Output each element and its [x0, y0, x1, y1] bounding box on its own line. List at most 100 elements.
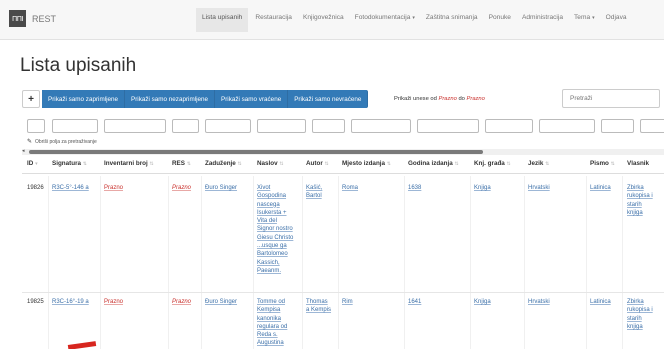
cell-res[interactable]: Prazno [172, 298, 191, 306]
filter-input-inventarni-broj[interactable] [104, 119, 166, 133]
sort-icon: ⇅ [149, 161, 154, 167]
column-header-res[interactable]: RES ⇅ [172, 160, 191, 167]
cell-gradja[interactable]: Knjiga [474, 298, 491, 306]
filter-vracene-button[interactable]: Prikaži samo vraćene [215, 90, 289, 108]
cell-signatura[interactable]: R3C-5°-146 a [52, 184, 89, 192]
column-divider [586, 176, 587, 349]
cell-godina[interactable]: 1641 [408, 298, 421, 306]
row-divider [22, 292, 664, 293]
caret-down-icon: ▾ [412, 15, 415, 21]
nav-item-knjigoveznica[interactable]: Knjigovežnica [303, 14, 344, 32]
horizontal-scrollbar[interactable]: ◂ [22, 148, 664, 155]
cell-pismo[interactable]: Latinica [590, 184, 611, 192]
filter-button-group: Prikaži samo zaprimljene Prikaži samo ne… [42, 90, 369, 108]
nav-item-restauracija[interactable]: Restauracija [255, 14, 292, 32]
column-header-knj-gradja[interactable]: Knj. građa ⇅ [474, 160, 511, 167]
column-divider [470, 176, 471, 349]
filter-input-signatura[interactable] [52, 119, 98, 133]
column-divider [302, 176, 303, 349]
nav-item-tema[interactable]: Tema ▾ [574, 14, 595, 32]
column-divider [100, 176, 101, 349]
column-divider [253, 176, 254, 349]
sort-icon: ⇅ [324, 161, 329, 167]
column-divider [404, 176, 405, 349]
filter-input-gradja[interactable] [485, 119, 533, 133]
cell-vlasnik[interactable]: Zbirka rukopisa i starih knjiga [627, 298, 653, 331]
nav-item-fotodokumentacija[interactable]: Fotodokumentacija ▾ [355, 14, 415, 32]
filter-input-vlasnik[interactable] [640, 119, 664, 133]
sort-icon: ⇅ [82, 161, 87, 167]
column-divider [338, 176, 339, 349]
nav-item-odjava[interactable]: Odjava [606, 14, 627, 32]
date-from-value[interactable]: Prazno [438, 96, 456, 102]
page-title: Lista upisanih [20, 55, 137, 76]
date-to-value[interactable]: Prazno [467, 96, 485, 102]
column-header-naslov[interactable]: Naslov ⇅ [257, 160, 284, 167]
column-header-signatura[interactable]: Signatura ⇅ [52, 160, 87, 167]
nav-item-administracija[interactable]: Administracija [522, 14, 563, 32]
sort-down-icon: ▾ [35, 161, 38, 167]
column-divider [168, 176, 169, 349]
brand-logo-icon: ΠΠΙ [9, 10, 26, 27]
column-header-mjesto-izdanja[interactable]: Mjesto izdanja ⇅ [342, 160, 391, 167]
add-button[interactable]: + [22, 90, 40, 108]
cell-naslov[interactable]: Tomme od Kempisa kanonika regulara od Re… [257, 298, 287, 348]
clear-search-fields-link[interactable]: ✎ Obriši polja za pretraživanje [27, 138, 97, 146]
column-header-vlasnik[interactable]: Vlasnik [627, 160, 649, 167]
filter-nevracene-button[interactable]: Prikaži samo nevraćene [288, 90, 369, 108]
nav-item-lista-upisanih[interactable]: Lista upisanih [196, 8, 249, 32]
cell-jezik[interactable]: Hrvatski [528, 184, 550, 192]
cell-id: 19825 [27, 299, 44, 305]
filter-nezaprimljene-button[interactable]: Prikaži samo nezaprimljene [125, 90, 215, 108]
cell-zaduzenje[interactable]: Đuro Singer [205, 184, 237, 192]
nav-item-zastitna-snimanja[interactable]: Zaštitna snimanja [426, 14, 478, 32]
filter-input-naslov[interactable] [257, 119, 306, 133]
filter-input-res[interactable] [172, 119, 199, 133]
cell-jezik[interactable]: Hrvatski [528, 298, 550, 306]
column-header-godina-izdanja[interactable]: Godina izdanja ⇅ [408, 160, 459, 167]
filter-input-zaduzenje[interactable] [205, 119, 251, 133]
filter-input-autor[interactable] [312, 119, 345, 133]
cell-vlasnik[interactable]: Zbirka rukopisa i starih knjiga [627, 184, 653, 217]
filter-input-mjesto[interactable] [351, 119, 411, 133]
cell-signatura[interactable]: R3C-16°-19 a [52, 298, 89, 306]
filter-zaprimljene-button[interactable]: Prikaži samo zaprimljene [42, 90, 125, 108]
brand-name: REST [32, 13, 57, 24]
cell-autor[interactable]: Kašić, Bartol [306, 184, 322, 201]
cell-inventarni-broj[interactable]: Prazno [104, 298, 123, 306]
navbar: ΠΠΙ REST Lista upisanih Restauracija Knj… [0, 0, 664, 40]
search-input[interactable] [562, 89, 660, 108]
cell-inventarni-broj[interactable]: Prazno [104, 184, 123, 192]
cell-naslov[interactable]: Xivot Gospodina nascega Isukersta + Vita… [257, 184, 293, 275]
filter-input-jezik[interactable] [539, 119, 595, 133]
scrollbar-thumb[interactable] [29, 150, 483, 154]
cell-pismo[interactable]: Latinica [590, 298, 611, 306]
cell-autor[interactable]: Thomas a Kempis [306, 298, 331, 315]
sort-icon: ⇅ [506, 161, 511, 167]
column-header-autor[interactable]: Autor ⇅ [306, 160, 329, 167]
cell-res[interactable]: Prazno [172, 184, 191, 192]
toolbar: + Prikaži samo zaprimljene Prikaži samo … [22, 90, 369, 108]
filter-input-id[interactable] [27, 119, 45, 133]
cell-mjesto[interactable]: Rim [342, 298, 353, 306]
cell-godina[interactable]: 1638 [408, 184, 421, 192]
sort-icon: ⇅ [545, 161, 550, 167]
caret-down-icon: ▾ [592, 15, 595, 21]
arrow-left-icon[interactable]: ◂ [22, 148, 25, 154]
column-header-zaduzenje[interactable]: Zaduženje ⇅ [205, 160, 242, 167]
cell-zaduzenje[interactable]: Đuro Singer [205, 298, 237, 306]
sort-icon: ⇅ [237, 161, 242, 167]
column-divider [201, 176, 202, 349]
date-range-summary: Prikaži unese od Prazno do Prazno [394, 96, 485, 102]
cell-gradja[interactable]: Knjiga [474, 184, 491, 192]
brand[interactable]: ΠΠΙ REST [9, 10, 56, 27]
column-header-pismo[interactable]: Pismo ⇅ [590, 160, 615, 167]
filter-input-pismo[interactable] [601, 119, 634, 133]
column-header-id[interactable]: ID ▾ [27, 160, 38, 167]
nav-item-ponuke[interactable]: Ponuke [489, 14, 511, 32]
column-header-jezik[interactable]: Jezik ⇅ [528, 160, 549, 167]
sort-icon: ⇅ [186, 161, 191, 167]
cell-mjesto[interactable]: Roma [342, 184, 358, 192]
filter-input-godina[interactable] [417, 119, 479, 133]
column-header-inventarni-broj[interactable]: Inventarni broj ⇅ [104, 160, 154, 167]
